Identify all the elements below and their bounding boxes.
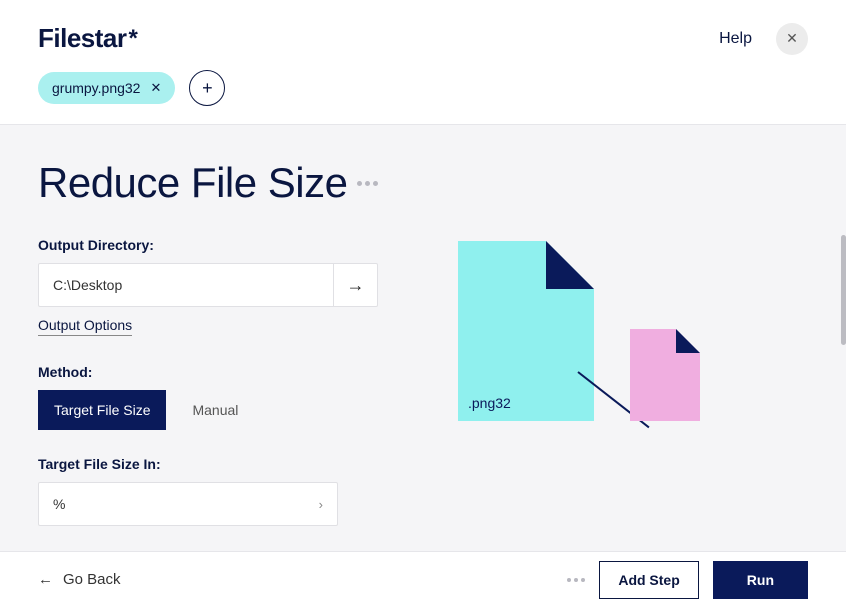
browse-directory-button[interactable]: → xyxy=(334,263,378,307)
method-target-button[interactable]: Target File Size xyxy=(38,390,166,430)
close-button[interactable]: ✕ xyxy=(776,23,808,55)
add-file-button[interactable]: + xyxy=(189,70,225,106)
title-more-icon[interactable] xyxy=(357,181,378,186)
go-back-button[interactable]: ← Go Back xyxy=(38,571,121,588)
plus-icon: + xyxy=(202,78,213,99)
file-extension-label: .png32 xyxy=(468,395,511,411)
file-chip-label: grumpy.png32 xyxy=(52,80,140,96)
add-step-button[interactable]: Add Step xyxy=(599,561,698,599)
output-options-link[interactable]: Output Options xyxy=(38,317,132,336)
target-size-label: Target File Size In: xyxy=(38,456,378,472)
help-link[interactable]: Help xyxy=(719,30,752,48)
chevron-right-icon: › xyxy=(319,497,323,512)
main-panel: Reduce File Size Output Directory: → Out… xyxy=(0,124,846,551)
topbar-right: Help ✕ xyxy=(719,23,808,55)
illustration: .png32 xyxy=(458,241,594,526)
target-size-select[interactable]: % › xyxy=(38,482,338,526)
run-button[interactable]: Run xyxy=(713,561,808,599)
topbar: Filestar* Help ✕ xyxy=(0,0,846,63)
form-column: Output Directory: → Output Options Metho… xyxy=(38,237,378,526)
footer-more-icon[interactable] xyxy=(567,578,585,582)
file-small-icon xyxy=(630,329,700,421)
footer-right: Add Step Run xyxy=(567,561,808,599)
page-title: Reduce File Size xyxy=(38,159,347,207)
arrow-right-icon: → xyxy=(347,275,365,296)
footer-bar: ← Go Back Add Step Run xyxy=(0,551,846,600)
target-size-value: % xyxy=(53,496,65,512)
file-large-icon: .png32 xyxy=(458,241,594,421)
logo-star-icon: * xyxy=(129,25,138,53)
arrow-left-icon: ← xyxy=(38,571,53,588)
app-logo: Filestar* xyxy=(38,23,137,54)
scrollbar[interactable] xyxy=(841,235,846,345)
logo-text: Filestar xyxy=(38,23,127,54)
go-back-label: Go Back xyxy=(63,571,121,588)
remove-file-icon[interactable]: ✕ xyxy=(150,80,161,96)
method-manual-button[interactable]: Manual xyxy=(176,390,254,430)
output-directory-input[interactable] xyxy=(38,263,334,307)
output-directory-row: → xyxy=(38,263,378,307)
output-directory-label: Output Directory: xyxy=(38,237,378,253)
method-toggle: Target File Size Manual xyxy=(38,390,378,430)
file-chip[interactable]: grumpy.png32 ✕ xyxy=(38,72,175,104)
close-icon: ✕ xyxy=(786,30,798,47)
title-row: Reduce File Size xyxy=(38,159,808,207)
file-chip-row: grumpy.png32 ✕ + xyxy=(0,63,846,124)
content-row: Output Directory: → Output Options Metho… xyxy=(38,237,808,526)
method-label: Method: xyxy=(38,364,378,380)
